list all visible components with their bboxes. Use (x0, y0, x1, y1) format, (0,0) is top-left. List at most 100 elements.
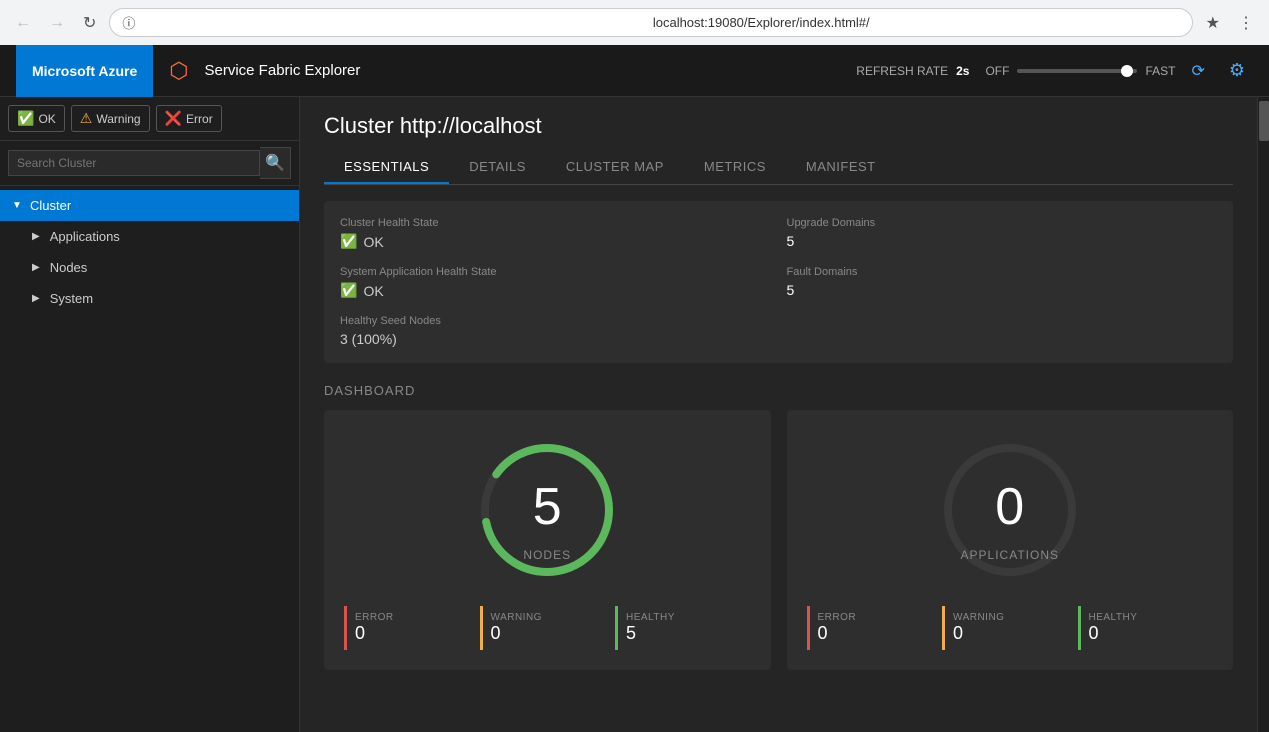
applications-healthy-label: HEALTHY (1089, 612, 1206, 623)
menu-button[interactable]: ⋮ (1233, 11, 1259, 35)
sys-app-health-value: ✅ OK (340, 282, 771, 299)
search-icon: 🔍 (260, 147, 291, 179)
nodes-error-stat: ERROR 0 (344, 606, 480, 650)
healthy-seed-item: Healthy Seed Nodes 3 (100%) (340, 315, 771, 347)
back-button[interactable]: ← (10, 12, 36, 34)
applications-error-label: ERROR (818, 612, 935, 623)
top-header: Microsoft Azure ⬡ Service Fabric Explore… (0, 45, 1269, 97)
ok-check-icon: ✅ (17, 110, 34, 127)
applications-gauge: 0 APPLICATIONS (930, 430, 1090, 590)
search-input[interactable] (8, 150, 260, 176)
dashboard-title: DASHBOARD (324, 383, 1233, 398)
nodes-card: 5 NODES ERROR 0 WARNING 0 (324, 410, 771, 670)
nodes-healthy-label: HEALTHY (626, 612, 743, 623)
nodes-warning-value: 0 (491, 623, 608, 644)
nodes-count: 5 (533, 477, 562, 537)
tabs: ESSENTIALS DETAILS CLUSTER MAP METRICS M… (324, 151, 1233, 185)
nodes-healthy-value: 5 (626, 623, 743, 644)
off-label: OFF (985, 64, 1009, 78)
app-logo-icon: ⬡ (169, 58, 188, 84)
upgrade-domains-num: 5 (787, 233, 795, 249)
fault-domains-num: 5 (787, 282, 795, 298)
sidebar-item-nodes[interactable]: ▶ Nodes (0, 252, 299, 283)
fault-domains-item: Fault Domains 5 (787, 266, 1218, 299)
tree-nav: ▼ Cluster ▶ Applications ▶ Nodes ▶ Syste… (0, 186, 299, 732)
fault-domains-label: Fault Domains (787, 266, 1218, 278)
app-container: Microsoft Azure ⬡ Service Fabric Explore… (0, 45, 1269, 732)
sidebar: ✅ OK ⚠ Warning ❌ Error 🔍 ▼ (0, 97, 300, 732)
warning-triangle-icon: ⚠ (80, 110, 93, 127)
upgrade-domains-item: Upgrade Domains 5 (787, 217, 1218, 250)
nodes-gauge: 5 NODES (467, 430, 627, 590)
applications-count: 0 (995, 477, 1024, 537)
refresh-slider[interactable] (1017, 69, 1137, 73)
refresh-controls: REFRESH RATE 2s OFF FAST ⟳ ⚙ (856, 56, 1253, 85)
filter-bar: ✅ OK ⚠ Warning ❌ Error (0, 97, 299, 141)
healthy-seed-value: 3 (100%) (340, 331, 771, 347)
cluster-health-state-value: ✅ OK (340, 233, 771, 250)
applications-card: 0 APPLICATIONS ERROR 0 WARNING (787, 410, 1234, 670)
applications-healthy-stat: HEALTHY 0 (1078, 606, 1214, 650)
cluster-title-url: http://localhost (400, 113, 542, 138)
dashboard-cards: 5 NODES ERROR 0 WARNING 0 (324, 410, 1233, 670)
nodes-warning-stat: WARNING 0 (480, 606, 616, 650)
content-area: Cluster http://localhost ESSENTIALS DETA… (300, 97, 1257, 732)
health-state-text: OK (363, 234, 383, 250)
forward-button[interactable]: → (44, 12, 70, 34)
content-body: Cluster Health State ✅ OK Upgrade Domain… (300, 185, 1257, 732)
settings-button[interactable]: ⚙ (1221, 56, 1253, 85)
app-title: Service Fabric Explorer (205, 62, 361, 79)
applications-warning-value: 0 (953, 623, 1070, 644)
bookmark-button[interactable]: ★ (1201, 11, 1225, 35)
nodes-stats: ERROR 0 WARNING 0 HEALTHY 5 (344, 606, 751, 650)
scrollbar-thumb (1259, 101, 1269, 141)
dashboard-section: DASHBOARD 5 (324, 383, 1233, 670)
chevron-down-icon: ▼ (12, 200, 24, 211)
tab-details[interactable]: DETAILS (449, 151, 546, 184)
sidebar-item-cluster[interactable]: ▼ Cluster (0, 190, 299, 221)
sys-health-ok-icon: ✅ (340, 282, 357, 299)
search-bar: 🔍 (0, 141, 299, 186)
reload-button[interactable]: ↻ (78, 11, 101, 35)
nodes-label: NODES (523, 548, 571, 562)
warning-filter-label: Warning (96, 112, 140, 126)
essentials-section: Cluster Health State ✅ OK Upgrade Domain… (324, 201, 1233, 363)
sys-app-health-label: System Application Health State (340, 266, 771, 278)
refresh-rate-label: REFRESH RATE (856, 64, 948, 78)
tab-metrics[interactable]: METRICS (684, 151, 786, 184)
page-title: Cluster http://localhost (324, 113, 1233, 139)
applications-warning-stat: WARNING 0 (942, 606, 1078, 650)
nodes-error-value: 0 (355, 623, 472, 644)
main-layout: ✅ OK ⚠ Warning ❌ Error 🔍 ▼ (0, 97, 1269, 732)
applications-label: Applications (50, 229, 120, 244)
cluster-health-state-item: Cluster Health State ✅ OK (340, 217, 771, 250)
content-header: Cluster http://localhost ESSENTIALS DETA… (300, 97, 1257, 185)
applications-error-value: 0 (818, 623, 935, 644)
ok-filter-button[interactable]: ✅ OK (8, 105, 65, 132)
applications-label: APPLICATIONS (961, 548, 1059, 562)
tab-manifest[interactable]: MANIFEST (786, 151, 896, 184)
chevron-right-icon: ▶ (32, 231, 40, 242)
nodes-label: Nodes (50, 260, 88, 275)
nodes-warning-label: WARNING (491, 612, 608, 623)
tab-essentials[interactable]: ESSENTIALS (324, 151, 449, 184)
slider-thumb (1121, 65, 1133, 77)
tab-cluster-map[interactable]: CLUSTER MAP (546, 151, 684, 184)
sidebar-item-applications[interactable]: ▶ Applications (0, 221, 299, 252)
browser-toolbar: ← → ↻ ⓘ localhost:19080/Explorer/index.h… (0, 0, 1269, 45)
warning-filter-button[interactable]: ⚠ Warning (71, 105, 150, 132)
error-filter-button[interactable]: ❌ Error (156, 105, 222, 132)
nodes-healthy-stat: HEALTHY 5 (615, 606, 751, 650)
refresh-button[interactable]: ⟳ (1183, 57, 1212, 85)
address-bar[interactable]: ⓘ localhost:19080/Explorer/index.html#/ (109, 8, 1192, 37)
sidebar-item-system[interactable]: ▶ System (0, 283, 299, 314)
right-scrollbar[interactable] (1257, 97, 1269, 732)
applications-healthy-value: 0 (1089, 623, 1206, 644)
cluster-title-prefix: Cluster (324, 113, 394, 138)
browser-chrome: ← → ↻ ⓘ localhost:19080/Explorer/index.h… (0, 0, 1269, 45)
azure-brand: Microsoft Azure (16, 45, 153, 97)
health-ok-icon: ✅ (340, 233, 357, 250)
fault-domains-value: 5 (787, 282, 1218, 298)
chevron-right-icon-2: ▶ (32, 262, 40, 273)
healthy-seed-label: Healthy Seed Nodes (340, 315, 771, 327)
